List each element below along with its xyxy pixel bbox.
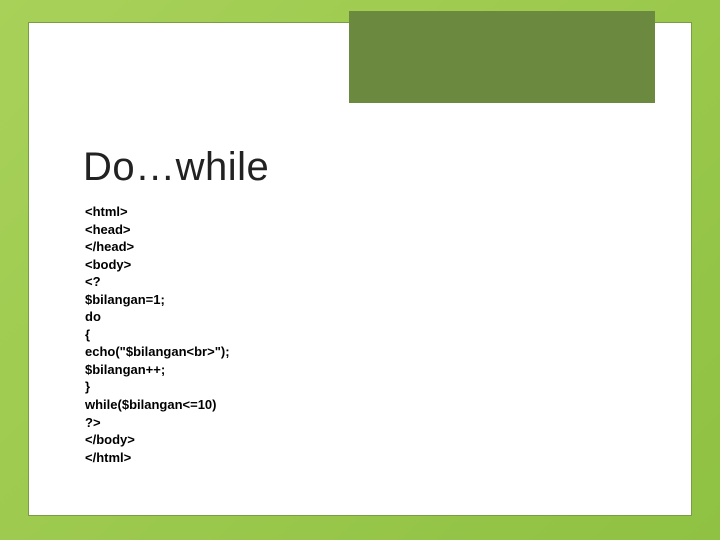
- code-line: ?>: [85, 415, 101, 430]
- code-line: </html>: [85, 450, 131, 465]
- code-line: $bilangan=1;: [85, 292, 165, 307]
- code-line: do: [85, 309, 101, 324]
- code-line: echo("$bilangan<br>");: [85, 344, 230, 359]
- code-line: <?: [85, 274, 101, 289]
- code-block: <html> <head> </head> <body> <? $bilanga…: [85, 203, 230, 466]
- code-line: <html>: [85, 204, 128, 219]
- slide-title: Do…while: [83, 145, 269, 190]
- code-line: }: [85, 379, 90, 394]
- code-line: $bilangan++;: [85, 362, 165, 377]
- code-line: </body>: [85, 432, 135, 447]
- code-line: {: [85, 327, 90, 342]
- code-line: <body>: [85, 257, 131, 272]
- slide-corner-accent-inner: [357, 19, 647, 95]
- code-line: while($bilangan<=10): [85, 397, 217, 412]
- slide-frame: Do…while <html> <head> </head> <body> <?…: [28, 22, 692, 516]
- code-line: </head>: [85, 239, 134, 254]
- code-line: <head>: [85, 222, 131, 237]
- slide-corner-accent: [349, 11, 655, 103]
